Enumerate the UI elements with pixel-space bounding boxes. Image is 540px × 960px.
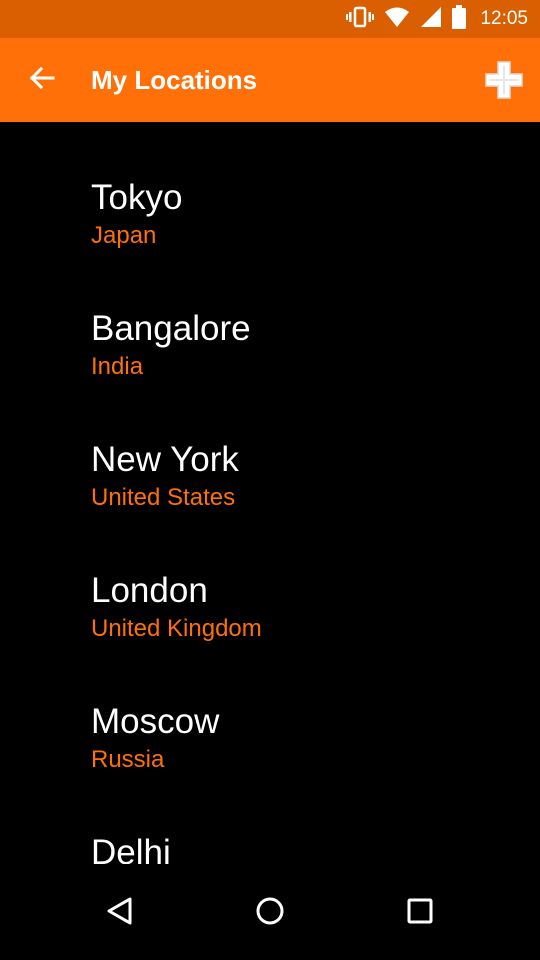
country-name: India xyxy=(91,353,144,380)
home-circle-icon xyxy=(255,896,285,931)
city-name: Bangalore xyxy=(91,309,251,348)
battery-icon xyxy=(452,4,467,34)
location-item[interactable]: Delhi xyxy=(0,832,540,864)
back-triangle-icon xyxy=(106,896,134,931)
wifi-icon xyxy=(384,6,410,33)
location-item[interactable]: Bangalore India xyxy=(0,308,540,439)
plus-icon xyxy=(485,60,523,104)
locations-list-viewport[interactable]: Tokyo Japan Bangalore India New York Uni… xyxy=(0,122,540,864)
city-name: London xyxy=(91,571,208,610)
nav-home-button[interactable] xyxy=(245,888,295,938)
vibrate-icon xyxy=(346,6,375,33)
page-title: My Locations xyxy=(91,65,258,95)
cell-signal-icon xyxy=(420,6,442,33)
arrow-left-icon xyxy=(29,66,55,95)
back-button[interactable] xyxy=(22,60,62,100)
app-bar: My Locations xyxy=(0,38,540,122)
country-name: Russia xyxy=(91,746,165,773)
country-name: Japan xyxy=(91,222,157,249)
nav-back-button[interactable] xyxy=(95,888,145,938)
location-item[interactable]: Moscow Russia xyxy=(0,701,540,832)
status-icons: 12:05 xyxy=(346,0,528,38)
country-name: United States xyxy=(91,484,236,511)
city-name: New York xyxy=(91,440,239,479)
locations-list: Tokyo Japan Bangalore India New York Uni… xyxy=(0,177,540,864)
city-name: Moscow xyxy=(91,702,220,741)
city-name: Tokyo xyxy=(91,178,183,217)
country-name: United Kingdom xyxy=(91,615,262,642)
city-name: Delhi xyxy=(91,833,171,864)
location-item[interactable]: London United Kingdom xyxy=(0,570,540,701)
add-location-button[interactable] xyxy=(484,60,524,104)
nav-recents-button[interactable] xyxy=(395,888,445,938)
recents-square-icon xyxy=(407,898,433,929)
location-item[interactable]: New York United States xyxy=(0,439,540,570)
status-time: 12:05 xyxy=(480,8,528,29)
location-item[interactable]: Tokyo Japan xyxy=(0,177,540,308)
status-bar: 12:05 xyxy=(0,0,540,38)
system-nav-bar xyxy=(0,864,540,960)
